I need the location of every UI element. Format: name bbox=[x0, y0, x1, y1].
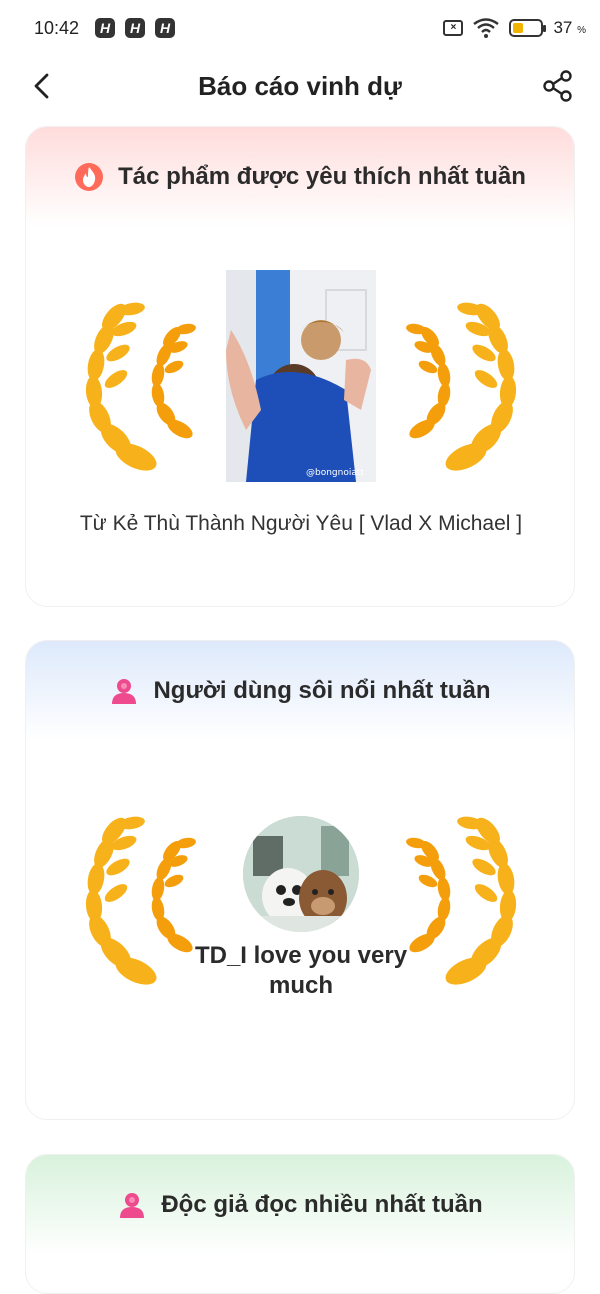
status-time: 10:42 bbox=[34, 17, 80, 38]
card-header: Tác phẩm được yêu thích nhất tuần bbox=[26, 127, 574, 227]
status-right: × 37 % bbox=[443, 18, 586, 38]
favorite-work-card: Tác phẩm được yêu thích nhất tuần @bongn… bbox=[25, 126, 575, 607]
top-reader-card: Độc giả đọc nhiều nhất tuần bbox=[25, 1154, 575, 1294]
user-avatar[interactable] bbox=[243, 816, 359, 932]
app-notification-icon: H bbox=[95, 18, 116, 38]
app-notification-icon: H bbox=[125, 18, 146, 38]
work-cover-image[interactable]: @bongnoiatt bbox=[226, 270, 376, 482]
laurel-wreath-icon bbox=[406, 302, 517, 471]
app-notification-icon: H bbox=[155, 18, 176, 38]
back-button[interactable] bbox=[24, 68, 60, 104]
chevron-left-icon bbox=[34, 73, 49, 99]
no-sim-icon: × bbox=[443, 20, 464, 36]
battery-percent: 37 % bbox=[553, 18, 586, 37]
card-title: Tác phẩm được yêu thích nhất tuần bbox=[118, 163, 526, 190]
card-header: Người dùng sôi nổi nhất tuần bbox=[26, 641, 574, 741]
share-button[interactable] bbox=[540, 68, 576, 104]
status-bar: 10:42 H H H × 37 % bbox=[0, 0, 600, 56]
card-header: Độc giả đọc nhiều nhất tuần bbox=[26, 1155, 574, 1255]
person-icon bbox=[109, 676, 139, 706]
work-title[interactable]: Từ Kẻ Thù Thành Người Yêu [ Vlad X Micha… bbox=[26, 512, 574, 536]
card-title: Độc giả đọc nhiều nhất tuần bbox=[161, 1191, 483, 1218]
cover-watermark: @bongnoiatt bbox=[306, 468, 364, 478]
wifi-icon bbox=[473, 18, 500, 38]
battery-fill bbox=[513, 23, 524, 33]
status-left: 10:42 H H H bbox=[34, 17, 176, 39]
share-icon bbox=[543, 70, 572, 102]
laurel-wreath-icon bbox=[85, 302, 196, 471]
app-header: Báo cáo vinh dự bbox=[0, 58, 600, 114]
user-name[interactable]: TD_I love you very much bbox=[176, 941, 426, 1001]
page-title: Báo cáo vinh dự bbox=[198, 70, 402, 101]
battery-icon bbox=[509, 19, 547, 37]
fire-icon bbox=[74, 162, 104, 192]
person-icon bbox=[117, 1190, 147, 1220]
active-user-card: Người dùng sôi nổi nhất tuần TD_I love y… bbox=[25, 640, 575, 1120]
card-title: Người dùng sôi nổi nhất tuần bbox=[153, 677, 491, 704]
